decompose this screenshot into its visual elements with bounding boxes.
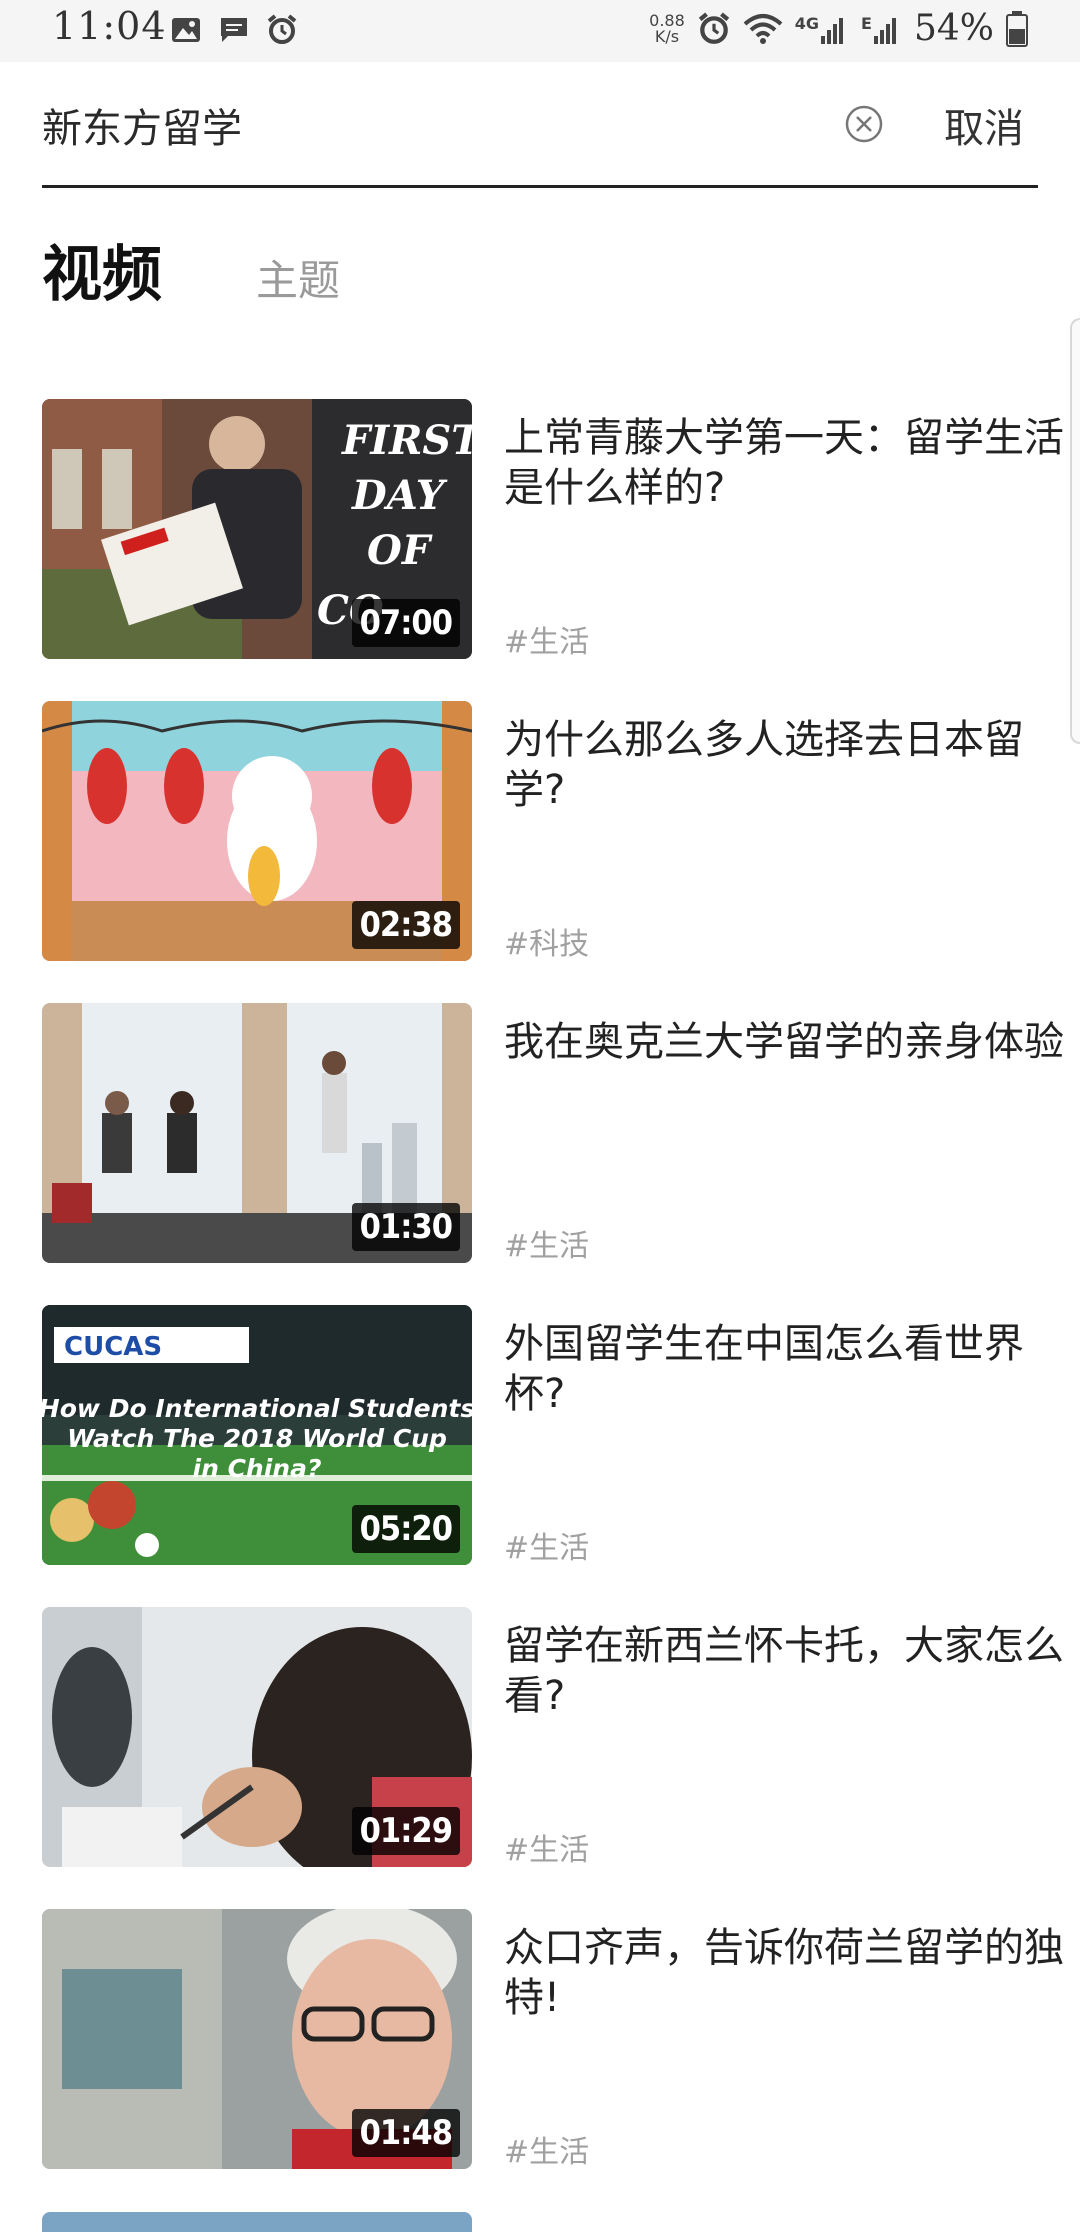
message-icon — [221, 18, 247, 42]
video-title[interactable]: 留学在新西兰怀卡托，大家怎么看? — [504, 1621, 1074, 1721]
video-tag[interactable]: #生活 — [504, 2127, 589, 2171]
video-duration: 05:20 — [351, 1505, 460, 1553]
video-title[interactable]: 众口齐声，告诉你荷兰留学的独特! — [504, 1923, 1074, 2023]
video-title[interactable]: 我在奥克兰大学留学的亲身体验 — [504, 1017, 1074, 1067]
video-tag[interactable]: #科技 — [504, 919, 589, 963]
search-input[interactable] — [42, 90, 822, 160]
battery-percent: 54% — [913, 8, 994, 49]
video-thumbnail[interactable]: CUCAS How Do International Students Watc… — [42, 1305, 472, 1565]
video-thumbnail[interactable]: FIRST DAY OF CO 07:00 — [42, 399, 472, 659]
battery-icon — [1006, 10, 1028, 47]
net-speed: 0.88 K/s — [649, 10, 685, 46]
video-title[interactable]: 外国留学生在中国怎么看世界杯? — [504, 1319, 1074, 1419]
notification-icons — [170, 14, 298, 46]
svg-text:in China?: in China? — [193, 1454, 322, 1483]
alarm-icon — [698, 11, 729, 44]
signal-icon — [821, 17, 844, 44]
svg-text:CUCAS: CUCAS — [64, 1332, 162, 1362]
video-thumbnail-partial[interactable] — [42, 2212, 472, 2232]
video-item[interactable]: 01:48 众口齐声，告诉你荷兰留学的独特! #生活 — [42, 1909, 1064, 2171]
video-tag[interactable]: #生活 — [504, 1523, 589, 1567]
video-thumbnail[interactable]: 01:48 — [42, 1909, 472, 2169]
video-item[interactable]: CUCAS How Do International Students Watc… — [42, 1305, 1042, 1567]
video-tag[interactable]: #生活 — [504, 617, 589, 661]
video-duration: 01:48 — [351, 2109, 460, 2157]
thumbnail-text: FIRST — [341, 417, 472, 464]
svg-text:Watch The 2018 World Cup: Watch The 2018 World Cup — [67, 1424, 447, 1453]
video-title[interactable]: 为什么那么多人选择去日本留学? — [504, 715, 1074, 815]
scroll-indicator[interactable] — [1070, 318, 1080, 744]
clear-circle-icon[interactable] — [844, 104, 884, 144]
thumbnail-text: How Do International Students — [42, 1394, 472, 1423]
tab-videos[interactable]: 视频 — [42, 226, 162, 313]
video-title[interactable]: 上常青藤大学第一天：留学生活是什么样的? — [504, 413, 1074, 513]
video-duration: 02:38 — [351, 901, 460, 949]
signal-icon — [873, 17, 896, 44]
video-duration: 07:00 — [351, 599, 460, 647]
tab-topics[interactable]: 主题 — [256, 247, 340, 308]
tab-bar: 视频 主题 — [42, 226, 340, 310]
video-duration: 01:30 — [351, 1203, 460, 1251]
video-duration: 01:29 — [351, 1807, 460, 1855]
signal-4g: 4G — [795, 14, 849, 44]
video-item[interactable]: 02:38 为什么那么多人选择去日本留学? #科技 — [42, 701, 1042, 963]
cancel-button[interactable]: 取消 — [944, 96, 1024, 154]
alarm-icon — [267, 14, 297, 44]
search-bar: 取消 — [42, 62, 1038, 188]
svg-text:DAY: DAY — [351, 472, 448, 519]
svg-text:OF: OF — [367, 527, 433, 574]
video-item[interactable]: 01:30 我在奥克兰大学留学的亲身体验 #生活 — [42, 1003, 1064, 1265]
status-bar: 11:04 0.88 K/s 4G E 54% — [0, 0, 1080, 62]
status-time: 11:04 — [52, 4, 167, 48]
signal-e: E — [861, 14, 902, 44]
video-item[interactable]: 01:29 留学在新西兰怀卡托，大家怎么看? #生活 — [42, 1607, 1064, 1869]
video-item[interactable]: FIRST DAY OF CO 07:00 上常青藤大学第一天：留学生活是什么样… — [42, 399, 1064, 661]
video-thumbnail[interactable]: 02:38 — [42, 701, 472, 961]
wifi-icon — [743, 13, 783, 44]
video-tag[interactable]: #生活 — [504, 1825, 589, 1869]
status-right: 0.88 K/s 4G E 54% — [649, 8, 1028, 49]
video-tag[interactable]: #生活 — [504, 1221, 589, 1265]
image-icon — [172, 18, 200, 42]
video-thumbnail[interactable]: 01:30 — [42, 1003, 472, 1263]
video-thumbnail[interactable]: 01:29 — [42, 1607, 472, 1867]
